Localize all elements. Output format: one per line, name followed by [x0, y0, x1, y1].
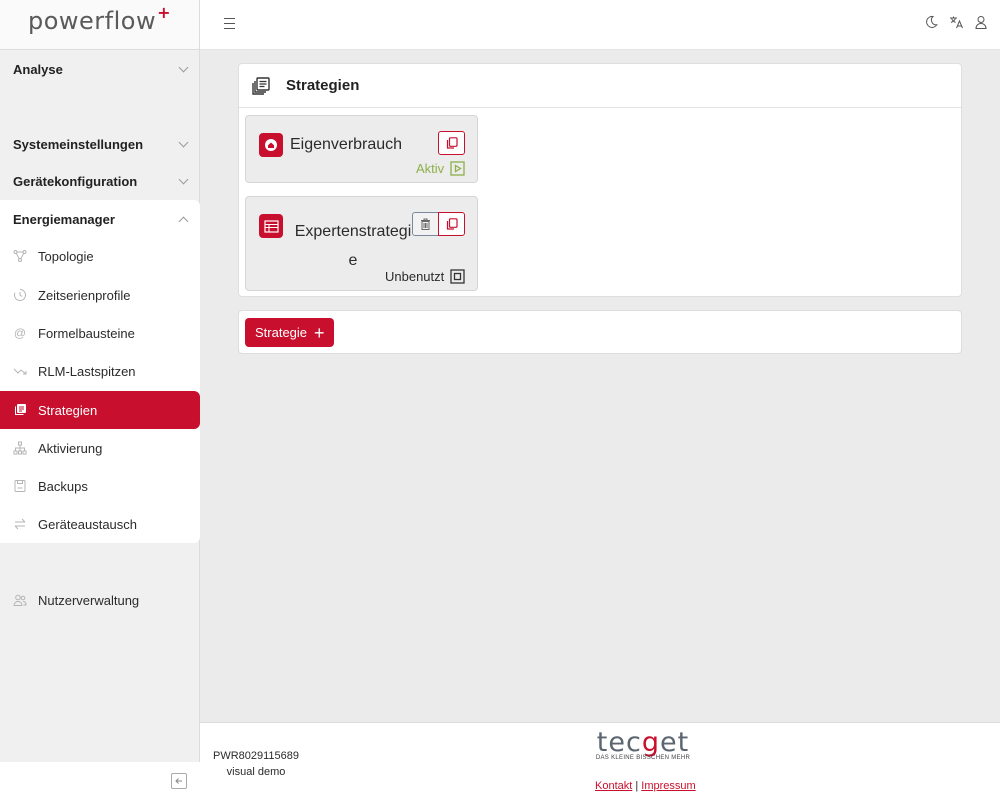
kontakt-link[interactable]: Kontakt — [595, 780, 632, 792]
brand-text: tec — [596, 727, 642, 758]
strategy-status-aktiv[interactable]: Aktiv — [416, 161, 465, 176]
sidebar-item-label: Geräteaustausch — [38, 516, 138, 532]
sidebar-item-strategien[interactable]: Strategien — [0, 391, 200, 429]
sidebar-section-energiemanager[interactable]: Energiemanager — [0, 201, 200, 237]
sidebar-item-label: Aktivierung — [38, 440, 103, 456]
chevron-down-icon — [178, 174, 189, 184]
users-icon — [13, 593, 27, 607]
section-label: Systemeinstellungen — [13, 136, 144, 152]
stop-icon — [450, 269, 465, 284]
strategy-status-unbenutzt[interactable]: Unbenutzt — [385, 269, 465, 284]
user-icon[interactable] — [974, 15, 988, 29]
status-label: Aktiv — [416, 161, 445, 176]
device-info: PWR8029115689 visual demo — [213, 748, 299, 780]
logo-text: powerflow — [27, 7, 157, 35]
stack-icon — [252, 76, 270, 95]
translate-icon[interactable] — [949, 15, 963, 29]
at-icon: @ — [13, 326, 27, 340]
strategy-card-eigenverbrauch[interactable]: Eigenverbrauch Aktiv — [245, 115, 478, 183]
footer: PWR8029115689 visual demo tecget DAS KLE… — [200, 722, 1000, 800]
link-separator: | — [635, 780, 639, 792]
copy-strategy-button[interactable] — [438, 131, 465, 155]
card-header: Strategien — [239, 64, 961, 108]
section-label: Gerätekonfiguration — [13, 173, 138, 189]
sidebar-item-nutzerverwaltung[interactable]: Nutzerverwaltung — [0, 581, 200, 619]
menu-icon[interactable] — [224, 18, 235, 29]
sidebar: powerflow+ Analyse Systemeinstellungen G… — [0, 0, 200, 800]
sidebar-item-label: RLM-Lastspitzen — [38, 363, 136, 379]
strategy-name: Eigenverbrauch — [290, 136, 403, 153]
sidebar-item-rlm-lastspitzen[interactable]: RLM-Lastspitzen — [0, 352, 200, 390]
brand-text-accent: g — [641, 727, 660, 758]
moon-icon[interactable] — [924, 15, 938, 29]
table-icon — [259, 214, 283, 238]
sidebar-item-label: Formelbausteine — [38, 325, 135, 341]
backup-icon — [13, 479, 27, 493]
delete-strategy-button[interactable] — [412, 212, 439, 236]
sidebar-section-systemeinstellungen[interactable]: Systemeinstellungen — [0, 126, 200, 162]
brand-text: et — [659, 727, 690, 758]
sidebar-section-geraetekonfiguration[interactable]: Gerätekonfiguration — [0, 163, 200, 199]
page-title: Strategien — [286, 77, 360, 94]
collapse-sidebar-icon[interactable] — [171, 773, 187, 789]
top-bar — [200, 0, 1000, 50]
add-strategy-button[interactable]: Strategie + — [245, 318, 334, 347]
mode-label: visual demo — [226, 766, 286, 778]
sidebar-item-topologie[interactable]: Topologie — [0, 237, 200, 275]
sidebar-item-label: Zeitserienprofile — [38, 287, 131, 303]
sidebar-item-zeitserienprofile[interactable]: Zeitserienprofile — [0, 276, 200, 314]
add-strategy-label: Strategie — [255, 325, 308, 340]
brand-logo: tecget DAS KLEINE BISSCHEN MEHR — [583, 727, 703, 761]
strategy-card-expertenstrategie[interactable]: Expertenstrategie Unbenutzt — [245, 196, 478, 291]
sidebar-item-label: Topologie — [38, 248, 94, 264]
sidebar-item-backups[interactable]: Backups — [0, 467, 200, 505]
status-label: Unbenutzt — [385, 269, 445, 284]
play-icon — [450, 161, 465, 176]
plus-icon: + — [314, 322, 325, 343]
impressum-link[interactable]: Impressum — [641, 780, 695, 792]
serial-number: PWR8029115689 — [213, 750, 300, 762]
sidebar-footer — [0, 762, 200, 800]
timeseries-icon — [13, 288, 27, 302]
strategy-name: Expertenstrategie — [294, 223, 412, 269]
app-logo[interactable]: powerflow+ — [0, 0, 199, 50]
sidebar-item-formelbausteine[interactable]: @ Formelbausteine — [0, 314, 200, 352]
topology-icon — [13, 249, 27, 263]
copy-strategy-button[interactable] — [438, 212, 465, 236]
add-strategy-card: Strategie + — [238, 310, 962, 354]
sidebar-section-analyse[interactable]: Analyse — [0, 51, 200, 87]
chevron-down-icon — [178, 137, 189, 147]
chevron-down-icon — [178, 62, 189, 72]
sidebar-item-label: Strategien — [38, 402, 98, 418]
section-label: Analyse — [13, 61, 63, 77]
sidebar-item-label: Nutzerverwaltung — [38, 592, 140, 608]
section-label: Energiemanager — [13, 211, 115, 227]
strategies-card: Strategien Eigenverbrauch Aktiv Experten… — [238, 63, 962, 297]
home-icon — [259, 133, 283, 157]
chevron-up-icon — [178, 216, 189, 226]
trend-icon — [13, 364, 27, 378]
swap-icon — [13, 517, 27, 531]
hierarchy-icon — [13, 441, 27, 455]
sidebar-item-geraeteaustausch[interactable]: Geräteaustausch — [0, 505, 200, 543]
sidebar-item-aktivierung[interactable]: Aktivierung — [0, 429, 200, 467]
brand-tagline: DAS KLEINE BISSCHEN MEHR — [595, 755, 691, 761]
sidebar-item-label: Backups — [38, 478, 88, 494]
footer-links: Kontakt | Impressum — [595, 780, 696, 792]
logo-plus: + — [157, 3, 171, 22]
stack-icon — [13, 403, 27, 417]
